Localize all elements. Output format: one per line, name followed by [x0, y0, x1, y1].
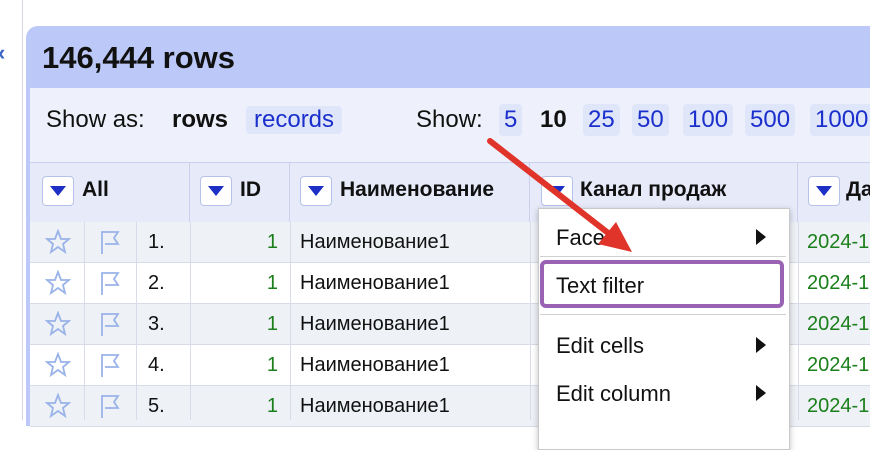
menu-divider	[540, 256, 786, 257]
close-icon[interactable]: ‹	[0, 42, 10, 64]
column-divider	[290, 222, 291, 420]
date-cell: 2024-1	[807, 354, 870, 376]
flag-icon[interactable]	[97, 310, 123, 338]
column-divider	[136, 222, 137, 420]
id-cell: 1	[266, 395, 278, 417]
records-mode-option[interactable]: records	[246, 106, 343, 134]
flag-icon[interactable]	[97, 228, 123, 256]
date-cell: 2024-1	[807, 231, 870, 253]
menu-divider	[540, 314, 786, 315]
show-label: Show:	[416, 106, 483, 133]
submenu-arrow-icon	[756, 337, 766, 353]
text-filter-highlight-box	[540, 260, 784, 308]
column-menu-id-dropdown-arrow-icon[interactable]	[200, 176, 232, 206]
submenu-arrow-icon	[756, 229, 766, 245]
column-label-id: ID	[240, 178, 261, 201]
column-label-sales-channel: Канал продаж	[580, 178, 727, 201]
row-number: 5.	[148, 395, 165, 417]
flag-icon[interactable]	[97, 351, 123, 379]
row-number: 4.	[148, 354, 165, 376]
id-cell: 1	[266, 231, 278, 253]
column-divider	[530, 222, 531, 420]
rows-mode-option[interactable]: rows	[172, 106, 228, 134]
star-icon[interactable]	[45, 352, 71, 378]
date-cell: 2024-1	[807, 272, 870, 294]
name-cell: Наименование1	[300, 395, 450, 417]
column-menu-sales-channel-dropdown-arrow-icon[interactable]	[541, 176, 573, 206]
date-cell: 2024-1	[807, 313, 870, 335]
page-size-5[interactable]: 5	[499, 104, 523, 136]
row-number: 1.	[148, 231, 165, 253]
row-count-title: 146,444 rows	[42, 40, 236, 75]
row-number: 2.	[148, 272, 165, 294]
flag-icon[interactable]	[97, 269, 123, 297]
star-icon[interactable]	[45, 311, 71, 337]
id-cell: 1	[266, 272, 278, 294]
page-size-1000[interactable]: 1000	[810, 104, 870, 136]
column-divider	[84, 222, 85, 420]
menu-item-edit-column[interactable]: Edit column	[556, 381, 671, 407]
column-menu-date-dropdown-arrow-icon[interactable]	[808, 176, 840, 206]
name-cell: Наименование1	[300, 313, 450, 335]
page-size-10[interactable]: 10	[535, 104, 572, 136]
left-panel-strip: ‹	[0, 0, 23, 420]
menu-item-edit-cells[interactable]: Edit cells	[556, 333, 644, 359]
page-size-500[interactable]: 500	[745, 104, 796, 136]
star-icon[interactable]	[45, 270, 71, 296]
submenu-arrow-icon	[756, 385, 766, 401]
show-as-label: Show as:	[46, 106, 145, 133]
id-cell: 1	[266, 354, 278, 376]
star-icon[interactable]	[45, 229, 71, 255]
star-icon[interactable]	[45, 393, 71, 419]
column-menu-all-dropdown-arrow-icon[interactable]	[42, 176, 74, 206]
date-cell: 2024-1	[807, 395, 870, 417]
id-cell: 1	[266, 313, 278, 335]
column-divider	[798, 222, 799, 420]
column-label-name: Наименование	[340, 178, 495, 201]
name-cell: Наименование1	[300, 354, 450, 376]
page-size-50[interactable]: 50	[632, 104, 669, 136]
column-label-all: All	[82, 178, 109, 201]
name-cell: Наименование1	[300, 231, 450, 253]
flag-icon[interactable]	[97, 392, 123, 420]
column-label-date: Да	[846, 178, 870, 201]
column-divider	[190, 222, 191, 420]
page-size-25[interactable]: 25	[583, 104, 620, 136]
name-cell: Наименование1	[300, 272, 450, 294]
row-number: 3.	[148, 313, 165, 335]
page-size-100[interactable]: 100	[683, 104, 734, 136]
column-menu-name-dropdown-arrow-icon[interactable]	[300, 176, 332, 206]
menu-item-facet[interactable]: Facet	[556, 225, 611, 251]
